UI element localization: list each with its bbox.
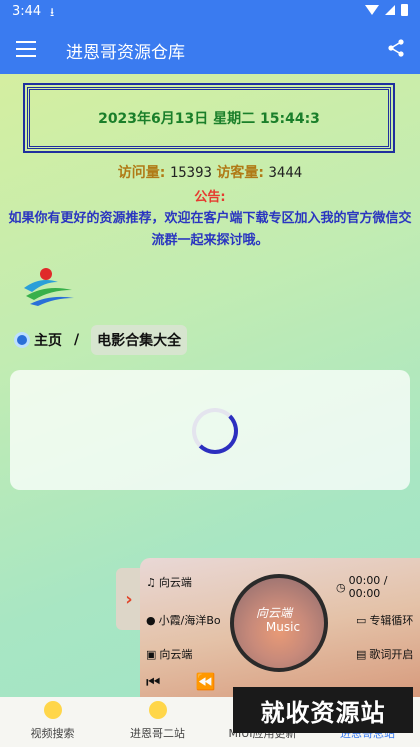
player-time: ◷ 00:00 / 00:00 xyxy=(336,574,388,600)
disc-label: Music xyxy=(265,620,301,634)
nav-item-video-search[interactable]: 视频搜索 xyxy=(0,697,105,747)
player-artist: ● 小霞/海洋Bo xyxy=(146,613,221,628)
visit-stats: 访问量: 15393 访客量: 3444 xyxy=(0,162,420,182)
status-icons xyxy=(365,4,408,16)
loading-card xyxy=(10,370,410,490)
date-time-text: 2023年6月13日 星期二 15:44:3 xyxy=(98,111,320,127)
app-title: 进恩哥资源仓库 xyxy=(66,43,185,63)
notice-text: 如果你有更好的资源推荐，欢迎在客户端下载专区加入我的官方微信交流群一起来探讨哦。 xyxy=(8,211,412,248)
player-album: ▣ 向云端 xyxy=(146,647,193,662)
album-icon: ▣ xyxy=(146,647,157,661)
watermark-banner: 就收资源站 xyxy=(233,687,413,733)
music-player: 向云端 Music ♫ 向云端 ● 小霞/海洋Bo ▣ 向云端 ◷ 00:00 … xyxy=(140,558,420,698)
disc-script: 向云端 xyxy=(256,606,293,620)
breadcrumb-separator: / xyxy=(74,332,80,348)
cell-signal-icon xyxy=(385,5,395,15)
notice-title: 公告: xyxy=(194,190,226,205)
clock-icon: ◷ xyxy=(336,580,346,594)
battery-icon xyxy=(401,4,408,16)
player-collapse-button[interactable]: › xyxy=(116,568,142,630)
chevron-right-icon: › xyxy=(125,588,133,610)
player-controls: ⏮ ⏪ xyxy=(146,672,215,692)
album-disc[interactable]: 向云端 Music xyxy=(230,574,328,672)
lightbulb-icon xyxy=(43,701,62,719)
download-icon: ⭳ xyxy=(50,5,55,19)
breadcrumb: 主页 / 电影合集大全 xyxy=(14,325,188,355)
breadcrumb-current: 电影合集大全 xyxy=(91,325,188,355)
person-icon: ● xyxy=(146,613,156,627)
site-logo xyxy=(24,268,74,306)
player-lyrics-toggle[interactable]: ▤ 歌词开启 xyxy=(356,646,413,662)
visits-count: 15393 xyxy=(169,165,212,181)
status-time: 3:44 xyxy=(12,4,42,19)
visits-label: 访问量: xyxy=(117,165,166,181)
breadcrumb-home[interactable]: 主页 xyxy=(34,330,62,350)
lightbulb-icon xyxy=(148,701,167,719)
date-time-display: 2023年6月13日 星期二 15:44:3 xyxy=(23,83,395,153)
loading-spinner-icon xyxy=(192,408,238,454)
lyrics-icon: ▤ xyxy=(356,647,367,661)
status-bar: 3:44 ⭳ xyxy=(0,0,420,24)
rewind-icon[interactable]: ⏪ xyxy=(196,672,216,691)
visitors-label: 访客量: xyxy=(216,165,265,181)
player-loop-mode[interactable]: ▭ 专辑循环 xyxy=(356,612,413,628)
visitors-count: 3444 xyxy=(268,165,303,181)
menu-icon[interactable] xyxy=(16,41,36,57)
share-icon[interactable] xyxy=(386,38,406,58)
player-song-title: ♫ 向云端 xyxy=(146,575,192,590)
skip-previous-icon[interactable]: ⏮ xyxy=(146,672,160,691)
app-bar: 进恩哥资源仓库 xyxy=(0,24,420,74)
music-note-icon: ♫ xyxy=(146,575,156,589)
nav-item-site-two[interactable]: 进恩哥二站 xyxy=(105,697,210,747)
wifi-icon xyxy=(365,5,379,15)
home-icon xyxy=(14,332,30,348)
loop-icon: ▭ xyxy=(356,613,367,627)
